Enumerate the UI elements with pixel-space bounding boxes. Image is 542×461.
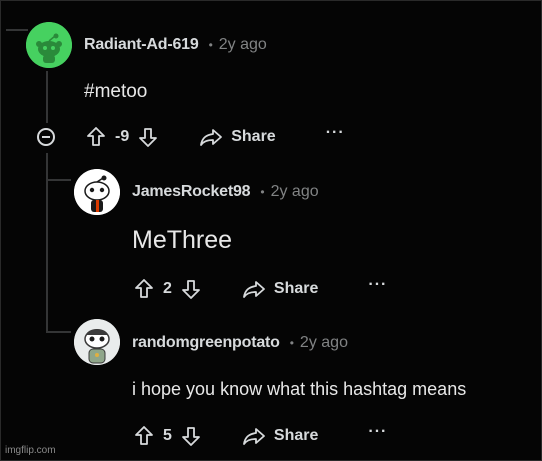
- downvote-button[interactable]: [137, 126, 159, 148]
- collapse-button[interactable]: [37, 128, 55, 146]
- thread-branch-2: [46, 331, 71, 333]
- share-label: Share: [231, 128, 276, 145]
- share-arrow-icon: [200, 129, 223, 146]
- avatar[interactable]: [26, 22, 72, 68]
- comment-body: #metoo: [84, 81, 148, 102]
- snoo-avatar-icon: [74, 319, 120, 365]
- arrow-down-icon: [182, 427, 200, 446]
- share-button[interactable]: Share: [199, 127, 276, 147]
- comment-actions: 5 Share ···: [133, 424, 387, 448]
- timestamp[interactable]: 2y ago: [300, 334, 348, 352]
- arrow-up-icon: [135, 279, 153, 298]
- thread-branch-1: [46, 179, 71, 181]
- separator-dot: •: [208, 38, 213, 52]
- username[interactable]: Radiant-Ad-619: [84, 36, 199, 54]
- comment-header: JamesRocket98 • 2y ago: [132, 183, 319, 201]
- vote-score: 2: [163, 280, 172, 297]
- arrow-up-icon: [135, 426, 153, 445]
- vote-score: -9: [115, 128, 130, 145]
- downvote-button[interactable]: [180, 278, 202, 300]
- collapse-minus-icon: [42, 136, 50, 138]
- upvote-button[interactable]: [133, 278, 155, 300]
- share-label: Share: [273, 280, 319, 297]
- avatar[interactable]: [74, 319, 120, 365]
- vote-score: 5: [163, 427, 172, 444]
- comment-header: Radiant-Ad-619 • 2y ago: [84, 36, 267, 54]
- more-options-button[interactable]: ···: [368, 424, 387, 440]
- snoo-avatar-icon: [26, 22, 72, 68]
- upvote-button[interactable]: [133, 425, 155, 447]
- timestamp[interactable]: 2y ago: [219, 36, 267, 54]
- comment-body: i hope you know what this hashtag means: [132, 379, 467, 399]
- thread-line-main[interactable]: [46, 71, 48, 123]
- share-button[interactable]: Share: [242, 426, 318, 446]
- separator-dot: •: [260, 185, 265, 199]
- separator-dot: •: [289, 336, 294, 350]
- comment-actions: 2 Share ···: [133, 277, 387, 301]
- avatar[interactable]: [74, 169, 120, 215]
- arrow-down-icon: [139, 128, 158, 147]
- more-options-button[interactable]: ···: [368, 277, 387, 293]
- arrow-up-icon: [87, 127, 105, 146]
- share-arrow-icon: [243, 428, 265, 445]
- arrow-down-icon: [182, 280, 200, 299]
- share-button[interactable]: Share: [242, 279, 318, 299]
- comment-header: randomgreenpotato • 2y ago: [132, 334, 348, 352]
- share-arrow-icon: [243, 281, 265, 298]
- comment-actions: -9 Share ···: [85, 125, 345, 149]
- username[interactable]: randomgreenpotato: [132, 334, 280, 352]
- snoo-avatar-icon: [74, 169, 120, 215]
- watermark: imgflip.com: [5, 445, 56, 456]
- comment-body: MeThree: [132, 226, 233, 254]
- thread-line-top: [6, 29, 28, 31]
- comment-thread: Radiant-Ad-619 • 2y ago #metoo -9 Share …: [0, 0, 542, 461]
- upvote-button[interactable]: [85, 126, 107, 148]
- share-label: Share: [273, 427, 319, 444]
- more-options-button[interactable]: ···: [326, 125, 345, 141]
- downvote-button[interactable]: [180, 425, 202, 447]
- username[interactable]: JamesRocket98: [132, 183, 251, 201]
- timestamp[interactable]: 2y ago: [271, 183, 319, 201]
